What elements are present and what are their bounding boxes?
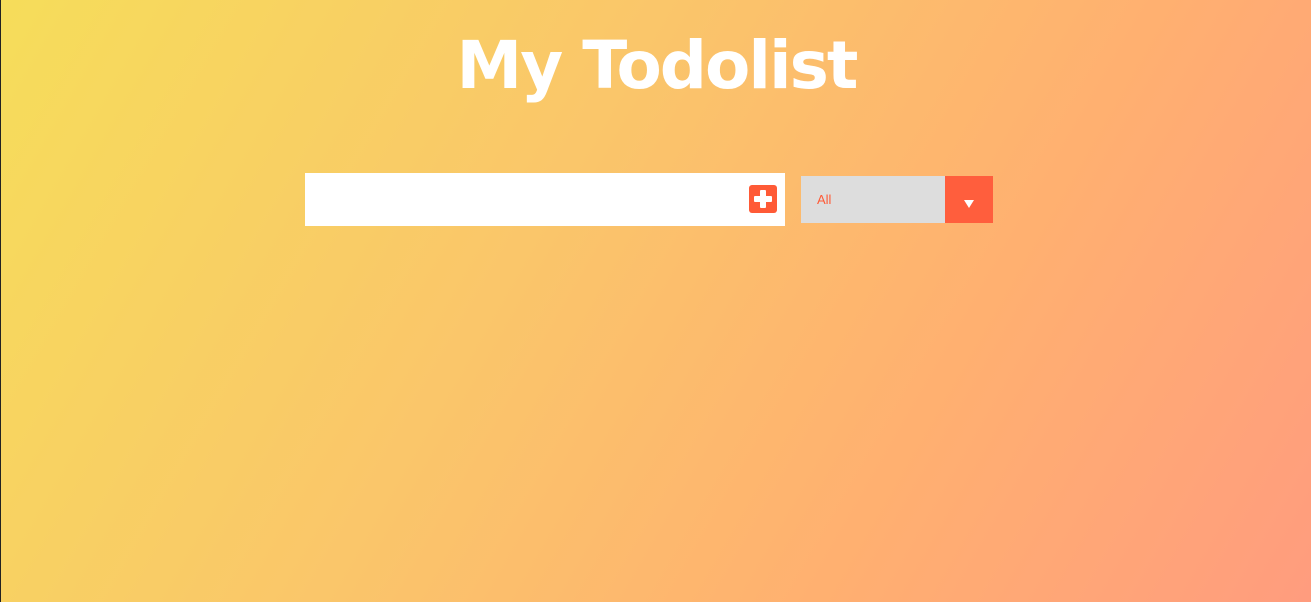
todo-input[interactable] — [305, 173, 745, 226]
chevron-down-icon — [964, 200, 974, 208]
filter-dropdown-toggle[interactable] — [945, 176, 993, 223]
page-title: My Todolist — [456, 27, 859, 104]
plus-square-icon — [749, 185, 777, 213]
filter-select[interactable]: All — [801, 176, 993, 223]
add-todo-button[interactable] — [749, 185, 777, 213]
filter-selected-value: All — [817, 192, 832, 207]
todo-form — [305, 173, 785, 226]
